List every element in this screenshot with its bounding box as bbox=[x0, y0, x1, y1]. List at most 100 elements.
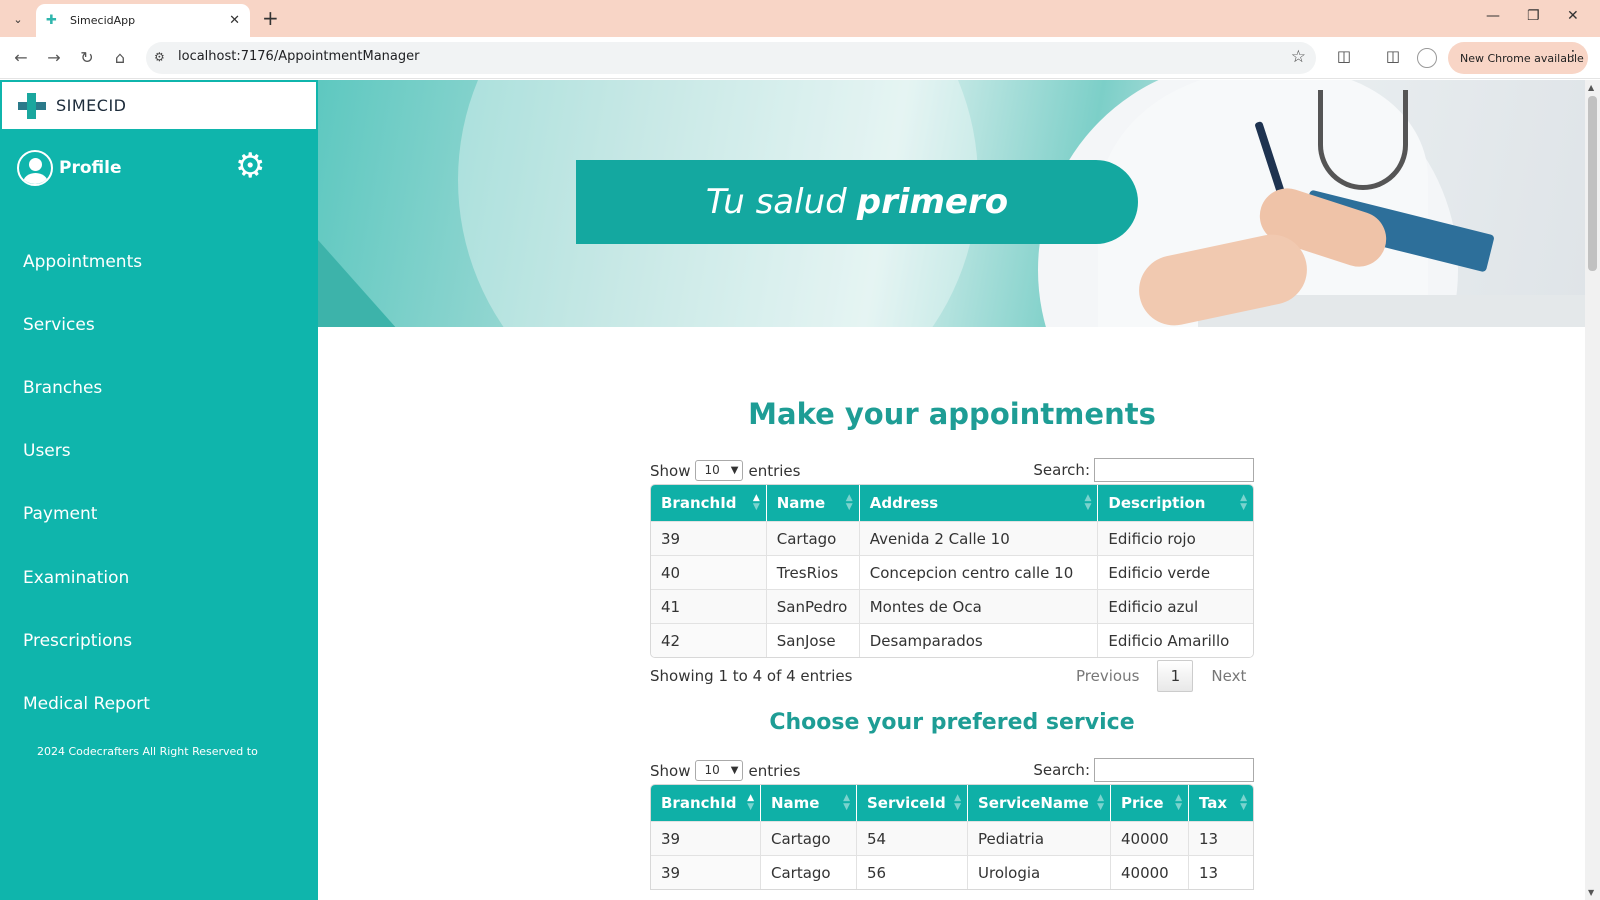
sidebar-item-appointments[interactable]: Appointments bbox=[23, 230, 150, 293]
extensions-icon[interactable]: ◫ bbox=[1333, 47, 1355, 65]
column-header-servicename[interactable]: ServiceName ▲ ▼ bbox=[968, 785, 1111, 821]
services-table: BranchId ▲ ▼ Name ▲ ▼ ServiceId ▲ ▼ Service… bbox=[650, 784, 1254, 890]
sort-ascending-icon: ▲ ▼ bbox=[747, 793, 754, 812]
restore-icon[interactable]: ❐ bbox=[1527, 8, 1540, 24]
sort-icon: ▲ ▼ bbox=[1240, 493, 1247, 512]
table-cell: Urologia bbox=[968, 855, 1111, 889]
brand-name: SIMECID bbox=[56, 96, 127, 115]
table-cell: 13 bbox=[1189, 855, 1253, 889]
search-input[interactable] bbox=[1094, 458, 1254, 482]
browser-tab[interactable]: ✚ SimecidApp ✕ bbox=[36, 4, 250, 37]
table-cell: 40 bbox=[651, 555, 767, 589]
scroll-down-icon[interactable]: ▼ bbox=[1588, 888, 1594, 897]
column-header-label: Name bbox=[776, 494, 826, 512]
tab-favicon-icon: ✚ bbox=[46, 12, 57, 28]
sidebar-item-users[interactable]: Users bbox=[23, 420, 150, 483]
table-cell: Montes de Oca bbox=[859, 589, 1099, 623]
search-input[interactable] bbox=[1094, 758, 1254, 782]
column-header-serviceid[interactable]: ServiceId ▲ ▼ bbox=[857, 785, 968, 821]
page-scrollbar[interactable]: ▲ ▼ bbox=[1585, 80, 1600, 900]
table-row[interactable]: 41 SanPedro Montes de Oca Edificio azul bbox=[651, 589, 1253, 623]
sort-icon: ▲ ▼ bbox=[843, 793, 850, 812]
profile-label: Profile bbox=[59, 158, 122, 178]
address-bar[interactable]: ⚙ localhost:7176/AppointmentManager ☆ bbox=[146, 42, 1316, 74]
scroll-up-icon[interactable]: ▲ bbox=[1588, 83, 1594, 92]
table-cell: Pediatria bbox=[968, 821, 1111, 855]
entries-select-value: 10 bbox=[704, 763, 720, 777]
search-label: Search: bbox=[1033, 761, 1090, 779]
menu-dots-icon[interactable]: ⋮ bbox=[1566, 48, 1580, 64]
profile-link[interactable]: Profile bbox=[17, 150, 121, 186]
table-cell: 40000 bbox=[1111, 855, 1189, 889]
back-icon[interactable]: ← bbox=[10, 47, 32, 69]
table-cell: Concepcion centro calle 10 bbox=[859, 555, 1099, 589]
table-row[interactable]: 39 Cartago Avenida 2 Calle 10 Edificio r… bbox=[651, 521, 1253, 555]
browser-profile-icon[interactable] bbox=[1417, 48, 1437, 68]
page-title: Make your appointments bbox=[748, 397, 1156, 431]
chrome-update-chip[interactable]: New Chrome available ⋮ bbox=[1448, 42, 1588, 74]
table-cell: Edificio azul bbox=[1098, 589, 1253, 623]
home-icon[interactable]: ⌂ bbox=[109, 47, 131, 69]
brand-header[interactable]: SIMECID bbox=[2, 82, 316, 129]
column-header-label: Address bbox=[869, 494, 939, 512]
column-header-description[interactable]: Description ▲ ▼ bbox=[1098, 485, 1253, 521]
table-cell: SanJose bbox=[766, 623, 860, 657]
table-row[interactable]: 39 Cartago 54 Pediatria 40000 13 bbox=[651, 821, 1253, 855]
stethoscope-illustration bbox=[1318, 90, 1408, 190]
sidebar-item-services[interactable]: Services bbox=[23, 293, 150, 356]
column-header-label: Tax bbox=[1199, 794, 1228, 812]
table-cell: Desamparados bbox=[859, 623, 1099, 657]
tab-search-icon[interactable]: ⌄ bbox=[6, 7, 30, 31]
page-1-button[interactable]: 1 bbox=[1157, 660, 1194, 692]
table-cell: 39 bbox=[651, 821, 761, 855]
sidebar-item-prescriptions[interactable]: Prescriptions bbox=[23, 609, 150, 672]
table-header-row: BranchId ▲ ▼ Name ▲ ▼ ServiceId ▲ ▼ Service… bbox=[651, 785, 1253, 821]
window-close-icon[interactable]: ✕ bbox=[1567, 8, 1579, 24]
tab-close-icon[interactable]: ✕ bbox=[229, 13, 240, 28]
column-header-address[interactable]: Address ▲ ▼ bbox=[859, 485, 1099, 521]
next-button[interactable]: Next bbox=[1199, 667, 1258, 685]
entries-select[interactable]: 10 ▼ bbox=[695, 460, 744, 481]
table-row[interactable]: 40 TresRios Concepcion centro calle 10 E… bbox=[651, 555, 1253, 589]
sidebar-item-examination[interactable]: Examination bbox=[23, 546, 150, 609]
show-label: Show bbox=[650, 761, 691, 780]
table-cell: Cartago bbox=[761, 821, 857, 855]
bookmark-star-icon[interactable]: ☆ bbox=[1291, 47, 1306, 67]
column-header-label: Description bbox=[1108, 494, 1206, 512]
user-avatar-icon bbox=[17, 150, 53, 186]
table-cell: 39 bbox=[651, 521, 767, 555]
forward-icon[interactable]: → bbox=[43, 47, 65, 69]
column-header-branchid[interactable]: BranchId ▲ ▼ bbox=[651, 485, 767, 521]
browser-toolbar: ← → ↻ ⌂ ⚙ localhost:7176/AppointmentMana… bbox=[0, 37, 1600, 79]
column-header-label: BranchId bbox=[661, 494, 737, 512]
settings-gear-icon[interactable]: ⚙ bbox=[235, 148, 265, 184]
column-header-name[interactable]: Name ▲ ▼ bbox=[761, 785, 857, 821]
table-row[interactable]: 42 SanJose Desamparados Edificio Amarill… bbox=[651, 623, 1253, 657]
sort-icon: ▲ ▼ bbox=[1097, 793, 1104, 812]
reload-icon[interactable]: ↻ bbox=[76, 47, 98, 69]
sidebar-menu: Appointments Services Branches Users Pay… bbox=[23, 230, 150, 736]
sort-ascending-icon: ▲ ▼ bbox=[752, 493, 760, 512]
search-control: Search: bbox=[1033, 758, 1254, 782]
site-info-icon[interactable]: ⚙ bbox=[154, 50, 170, 66]
previous-button[interactable]: Previous bbox=[1064, 667, 1151, 685]
entries-select[interactable]: 10 ▼ bbox=[695, 760, 744, 781]
column-header-price[interactable]: Price ▲ ▼ bbox=[1111, 785, 1189, 821]
minimize-icon[interactable]: — bbox=[1486, 8, 1500, 24]
column-header-tax[interactable]: Tax ▲ ▼ bbox=[1189, 785, 1253, 821]
new-tab-icon[interactable]: + bbox=[262, 7, 279, 29]
sidebar: SIMECID Profile ⚙ Appointments Services … bbox=[0, 80, 318, 900]
side-panel-icon[interactable]: ◫ bbox=[1382, 47, 1404, 65]
column-header-branchid[interactable]: BranchId ▲ ▼ bbox=[651, 785, 761, 821]
sidebar-item-branches[interactable]: Branches bbox=[23, 356, 150, 419]
scroll-thumb[interactable] bbox=[1588, 96, 1597, 271]
sidebar-item-medical-report[interactable]: Medical Report bbox=[23, 672, 150, 735]
sidebar-item-payment[interactable]: Payment bbox=[23, 483, 150, 546]
table-row[interactable]: 39 Cartago 56 Urologia 40000 13 bbox=[651, 855, 1253, 889]
entries-label: entries bbox=[748, 461, 801, 480]
entries-length-control: Show 10 ▼ entries bbox=[650, 760, 800, 781]
url-text[interactable]: localhost:7176/AppointmentManager bbox=[178, 49, 419, 64]
services-table-controls: Show 10 ▼ entries Search: bbox=[650, 758, 1254, 782]
search-label: Search: bbox=[1033, 461, 1090, 479]
column-header-name[interactable]: Name ▲ ▼ bbox=[766, 485, 860, 521]
